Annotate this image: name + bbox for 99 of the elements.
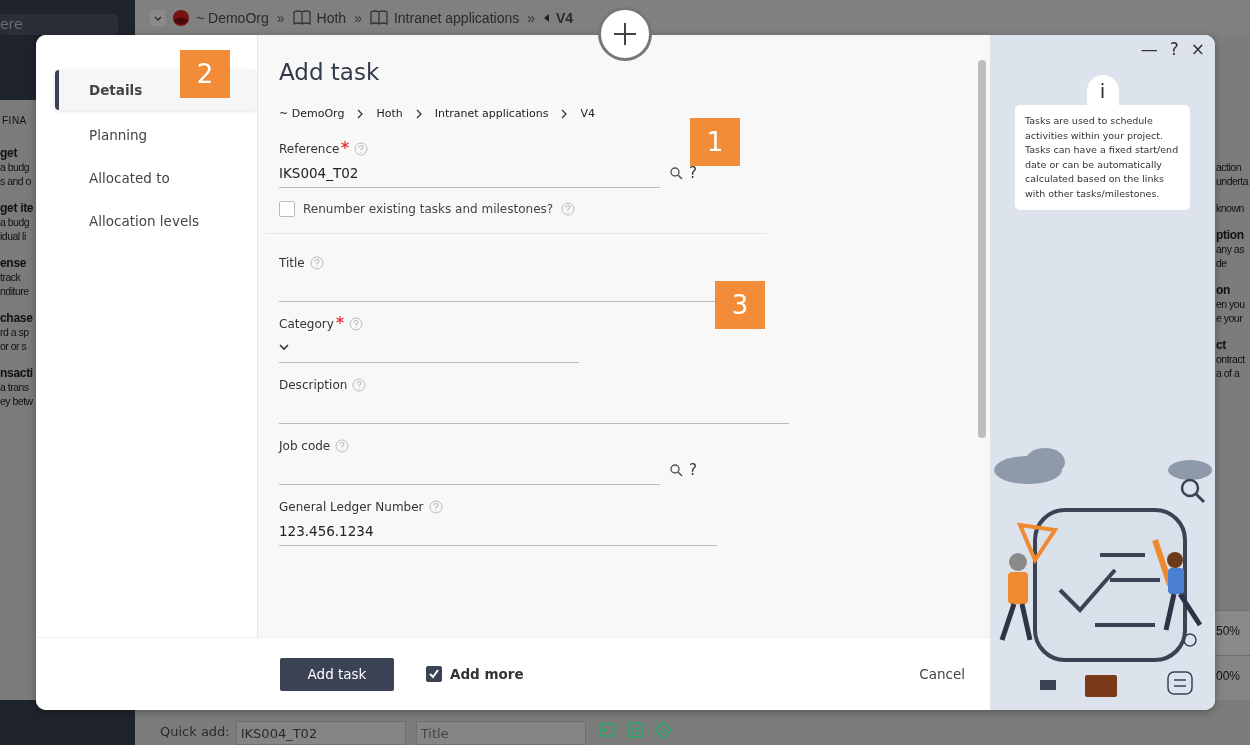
nav-tab[interactable]: Allocated to bbox=[55, 156, 257, 199]
item-text: action bbox=[1216, 160, 1242, 174]
chevron-down-icon bbox=[153, 13, 163, 22]
add-task-button[interactable]: Add task bbox=[280, 657, 394, 691]
menu-item-title[interactable]: get bbox=[0, 146, 18, 160]
item-text: known bbox=[1216, 201, 1244, 215]
menu-item-text: a budg bbox=[0, 160, 30, 174]
input-field[interactable]: 123.456.1234 bbox=[279, 516, 717, 546]
help-icon bbox=[309, 256, 324, 270]
menu-item-text: a trans bbox=[0, 380, 29, 394]
chevron-right-icon bbox=[356, 108, 365, 119]
menu-item-text: or or s bbox=[0, 339, 27, 353]
cancel-button[interactable]: Cancel bbox=[913, 665, 971, 683]
book-icon bbox=[292, 9, 311, 26]
search-button[interactable] bbox=[670, 463, 683, 477]
checkbox-label: Renumber existing tasks and milestones? bbox=[303, 202, 554, 216]
minimize-button[interactable]: — bbox=[1138, 39, 1160, 59]
breadcrumb-link[interactable]: Intranet applications bbox=[393, 9, 520, 26]
search-icon bbox=[670, 463, 683, 477]
breadcrumb-link[interactable]: Hoth bbox=[376, 107, 403, 120]
separator-text: » bbox=[354, 9, 362, 26]
checkbox[interactable] bbox=[426, 666, 442, 682]
menu-item-text: s and o bbox=[0, 174, 31, 188]
close-button[interactable]: × bbox=[1188, 39, 1207, 59]
help-icon bbox=[348, 317, 363, 331]
menu-item-text: ey betw bbox=[0, 394, 33, 408]
item-text: e your bbox=[1216, 311, 1243, 325]
help-icon bbox=[335, 439, 350, 453]
globe-icon bbox=[172, 8, 190, 27]
help-icon bbox=[352, 378, 367, 392]
menu-item-text: idual li bbox=[0, 229, 26, 243]
item-title: on bbox=[1216, 283, 1231, 297]
triangle-icon bbox=[543, 12, 551, 23]
item-text: a of a bbox=[1216, 366, 1240, 380]
menu-item-text: rd a sp bbox=[0, 325, 29, 339]
help-icon bbox=[561, 202, 576, 216]
menu-item-title[interactable]: nsacti bbox=[0, 366, 33, 380]
search-button[interactable] bbox=[670, 166, 683, 180]
dialog-title: Add task bbox=[279, 59, 381, 85]
checklist-icon bbox=[625, 721, 644, 739]
menu-item-title[interactable]: get ite bbox=[0, 201, 34, 215]
help-icon bbox=[354, 142, 369, 156]
quick-add-label: Quick add: bbox=[160, 724, 230, 741]
card-icon bbox=[597, 721, 616, 739]
scrollbar[interactable] bbox=[978, 60, 986, 438]
search-icon bbox=[670, 166, 683, 180]
breadcrumb-link[interactable]: V4 bbox=[580, 107, 595, 120]
item-text: de bbox=[1216, 256, 1227, 270]
chevron-right-icon bbox=[414, 108, 423, 119]
help-button[interactable]: ? bbox=[689, 461, 697, 479]
breadcrumb-link[interactable]: V4 bbox=[556, 9, 574, 26]
section-heading: FINA bbox=[1, 115, 27, 126]
info-text: Tasks are used to schedule activities within your project. Tasks can have a fixed start/end date or can be automatically calculated based on the links with other tasks/milestones. bbox=[1015, 105, 1190, 210]
input-field[interactable]: IKS004_T02 bbox=[279, 158, 660, 188]
field-label: Title bbox=[279, 256, 305, 270]
dropdown-button[interactable] bbox=[150, 9, 166, 26]
breadcrumb-link[interactable]: Hoth bbox=[316, 9, 347, 26]
separator-text: » bbox=[527, 9, 536, 26]
percentage-text: 50% bbox=[1216, 624, 1241, 638]
field-label: Job code bbox=[279, 439, 331, 453]
menu-item-text: a budg bbox=[0, 215, 30, 229]
plus-icon bbox=[612, 21, 638, 47]
menu-item-text: nditure bbox=[0, 284, 29, 298]
diamond-icon bbox=[653, 721, 672, 739]
breadcrumb-link[interactable]: Intranet applications bbox=[434, 107, 549, 120]
nav-tab[interactable]: Allocation levels bbox=[55, 199, 257, 242]
item-title: ption bbox=[1216, 228, 1244, 242]
item-text: underta bbox=[1216, 174, 1249, 188]
field-label: Category bbox=[279, 317, 334, 331]
book-icon bbox=[369, 9, 388, 26]
chevron-right-icon bbox=[560, 108, 569, 119]
percentage-text: 00% bbox=[1216, 669, 1241, 683]
help-button[interactable]: ? bbox=[1167, 39, 1181, 59]
breadcrumb-link[interactable]: ~ DemoOrg bbox=[279, 107, 345, 120]
checkbox[interactable] bbox=[279, 201, 295, 217]
menu-item-title[interactable]: ense bbox=[0, 256, 27, 270]
menu-item-title[interactable]: chase bbox=[0, 311, 33, 325]
help-icon bbox=[428, 500, 443, 514]
chevron-down-icon bbox=[279, 344, 289, 351]
menu-item-text: track bbox=[0, 270, 21, 284]
item-title: ct bbox=[1216, 338, 1227, 352]
help-button[interactable]: ? bbox=[689, 164, 697, 182]
item-text: en you bbox=[1216, 297, 1245, 311]
field-label: Description bbox=[279, 378, 348, 392]
item-text: any as bbox=[1216, 242, 1244, 256]
breadcrumb-link[interactable]: ~ DemoOrg bbox=[196, 9, 269, 26]
reference-field[interactable]: IKS004_T02 bbox=[235, 721, 406, 745]
checkmark-icon bbox=[427, 667, 441, 681]
number-badge: 1 bbox=[690, 118, 740, 166]
search-text: ere bbox=[0, 16, 23, 32]
title-field[interactable]: Title bbox=[415, 721, 586, 745]
separator-text: » bbox=[276, 9, 285, 26]
number-badge: 2 bbox=[180, 50, 230, 98]
field-label: Reference bbox=[279, 142, 340, 156]
field-label: General Ledger Number bbox=[279, 500, 424, 514]
nav-tab[interactable]: Planning bbox=[55, 113, 257, 156]
item-text: ontract bbox=[1216, 352, 1245, 366]
checkbox-label: Add more bbox=[450, 666, 524, 682]
number-badge: 3 bbox=[715, 281, 765, 329]
